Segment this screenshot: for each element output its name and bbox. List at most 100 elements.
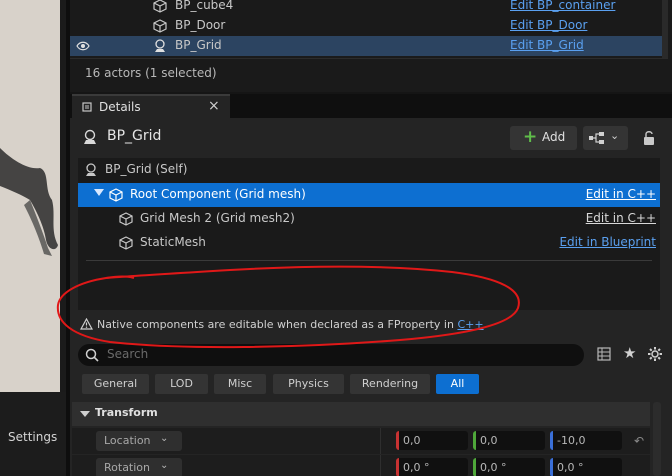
component-row-root[interactable]: Root Component (Grid mesh) Edit in C++ bbox=[78, 183, 660, 207]
component-row[interactable]: StaticMesh Edit in Blueprint bbox=[78, 231, 660, 255]
native-components-note: Native components are editable when decl… bbox=[78, 314, 660, 336]
chevron-down-icon: ⌄ bbox=[160, 460, 169, 471]
plus-icon: + bbox=[523, 127, 538, 147]
edit-in-cpp-link[interactable]: Edit in C++ bbox=[586, 211, 656, 225]
eye-icon[interactable] bbox=[76, 40, 90, 52]
add-label: Add bbox=[542, 130, 566, 144]
actor-name: BP_Grid bbox=[175, 38, 222, 52]
y-axis-marker bbox=[473, 431, 476, 450]
star-icon[interactable]: ★ bbox=[623, 344, 636, 362]
component-name: Grid Mesh 2 (Grid mesh2) bbox=[140, 211, 295, 225]
value: -10,0 bbox=[557, 434, 586, 447]
details-panel: BP_Grid + Add ⌄ BP_Grid (Self) Root Comp… bbox=[70, 118, 672, 476]
cpp-link[interactable]: C++ bbox=[457, 318, 483, 331]
lock-icon[interactable] bbox=[642, 130, 656, 146]
filter-all[interactable]: All bbox=[436, 374, 479, 394]
cube-icon bbox=[119, 236, 133, 250]
rotation-z-field[interactable]: 0,0 ° bbox=[550, 458, 622, 476]
search-placeholder: Search bbox=[107, 347, 149, 361]
rotation-dropdown[interactable]: Rotation ⌄ bbox=[96, 458, 182, 476]
value: 0,0 bbox=[403, 434, 421, 447]
actor-title: BP_Grid bbox=[107, 128, 162, 144]
filter-lod[interactable]: LOD bbox=[155, 374, 208, 394]
value: 0,0 ° bbox=[403, 461, 430, 474]
warning-icon bbox=[80, 318, 93, 330]
viewport-shadow-graphic bbox=[0, 148, 66, 256]
search-icon bbox=[85, 348, 99, 362]
component-row[interactable]: Grid Mesh 2 (Grid mesh2) Edit in C++ bbox=[78, 207, 660, 231]
settings-button[interactable]: Settings bbox=[8, 430, 57, 444]
y-axis-marker bbox=[473, 458, 476, 476]
cube-icon bbox=[153, 19, 167, 33]
expand-arrow-icon[interactable] bbox=[94, 189, 104, 196]
value: 0,0 ° bbox=[480, 461, 507, 474]
value: 0,0 bbox=[480, 434, 498, 447]
note-text: Native components are editable when decl… bbox=[97, 318, 484, 331]
property-row-rotation: Rotation ⌄ 0,0 ° 0,0 ° 0,0 ° bbox=[72, 455, 650, 476]
outliner-row-selected[interactable]: BP_Grid Edit BP_Grid bbox=[70, 36, 668, 56]
pawn-icon bbox=[84, 129, 96, 144]
cube-icon bbox=[109, 188, 123, 202]
edit-blueprint-link[interactable]: Edit BP_container bbox=[510, 0, 615, 12]
divider bbox=[70, 58, 668, 59]
actor-name: BP_Door bbox=[175, 18, 226, 32]
x-axis-marker bbox=[396, 431, 399, 450]
column-splitter[interactable] bbox=[380, 428, 381, 454]
filter-misc[interactable]: Misc bbox=[214, 374, 266, 394]
chevron-down-icon: ⌄ bbox=[610, 129, 620, 142]
section-title: Transform bbox=[95, 406, 158, 419]
tab-label: Details bbox=[99, 100, 141, 114]
column-splitter[interactable] bbox=[380, 455, 381, 476]
component-row-self[interactable]: BP_Grid (Self) bbox=[78, 158, 660, 182]
actor-count: 16 actors (1 selected) bbox=[85, 66, 217, 80]
location-dropdown[interactable]: Location ⌄ bbox=[96, 431, 182, 451]
details-icon bbox=[82, 102, 92, 112]
z-axis-marker bbox=[550, 458, 553, 476]
pawn-icon bbox=[86, 163, 96, 176]
edit-in-blueprint-link[interactable]: Edit in Blueprint bbox=[559, 235, 656, 249]
rotation-x-field[interactable]: 0,0 ° bbox=[396, 458, 468, 476]
property-label: Rotation bbox=[104, 461, 151, 474]
tab-details[interactable]: Details × bbox=[72, 94, 230, 118]
edit-blueprint-link[interactable]: Edit BP_Grid bbox=[510, 38, 584, 52]
search-input[interactable]: Search bbox=[78, 344, 584, 366]
details-tab-bar: Details × bbox=[70, 94, 672, 118]
outliner-scrollbar[interactable] bbox=[662, 0, 668, 58]
location-z-field[interactable]: -10,0 bbox=[550, 431, 622, 450]
value: 0,0 ° bbox=[557, 461, 584, 474]
component-name: Root Component (Grid mesh) bbox=[130, 187, 306, 201]
close-icon[interactable]: × bbox=[208, 98, 220, 114]
blueprint-options-button[interactable]: ⌄ bbox=[583, 126, 628, 150]
property-label: Location bbox=[104, 434, 151, 447]
outliner-row[interactable]: BP_cube4 Edit BP_container bbox=[70, 0, 668, 16]
filter-rendering[interactable]: Rendering bbox=[350, 374, 430, 394]
x-axis-marker bbox=[396, 458, 399, 476]
level-viewport[interactable] bbox=[0, 0, 66, 392]
outliner-row[interactable]: BP_Door Edit BP_Door bbox=[70, 16, 668, 36]
rotation-y-field[interactable]: 0,0 ° bbox=[473, 458, 545, 476]
component-tree: BP_Grid (Self) Root Component (Grid mesh… bbox=[78, 158, 660, 310]
actor-name: BP_cube4 bbox=[175, 0, 234, 12]
gear-icon[interactable] bbox=[647, 346, 663, 362]
pawn-icon bbox=[155, 39, 165, 52]
location-x-field[interactable]: 0,0 bbox=[396, 431, 468, 450]
component-name: StaticMesh bbox=[140, 235, 206, 249]
grid-view-icon[interactable] bbox=[597, 347, 611, 361]
edit-blueprint-link[interactable]: Edit BP_Door bbox=[510, 18, 587, 32]
filter-physics[interactable]: Physics bbox=[273, 374, 344, 394]
note-message: Native components are editable when decl… bbox=[97, 318, 458, 331]
chevron-down-icon: ⌄ bbox=[160, 433, 169, 444]
cube-icon bbox=[153, 0, 167, 13]
transform-section-header[interactable]: Transform bbox=[72, 402, 650, 426]
component-name: BP_Grid (Self) bbox=[105, 162, 188, 176]
filter-general[interactable]: General bbox=[82, 374, 149, 394]
reset-icon[interactable]: ↶ bbox=[634, 434, 644, 448]
viewport-bottom-bar: Settings bbox=[0, 392, 66, 476]
property-row-location: Location ⌄ 0,0 0,0 -10,0 ↶ bbox=[72, 428, 650, 454]
location-y-field[interactable]: 0,0 bbox=[473, 431, 545, 450]
details-scrollbar[interactable] bbox=[653, 402, 661, 476]
add-component-button[interactable]: + Add bbox=[510, 126, 577, 150]
edit-in-cpp-link[interactable]: Edit in C++ bbox=[586, 187, 656, 201]
cube-icon bbox=[119, 212, 133, 226]
world-outliner: BP_cube4 Edit BP_container BP_Door Edit … bbox=[70, 0, 672, 92]
